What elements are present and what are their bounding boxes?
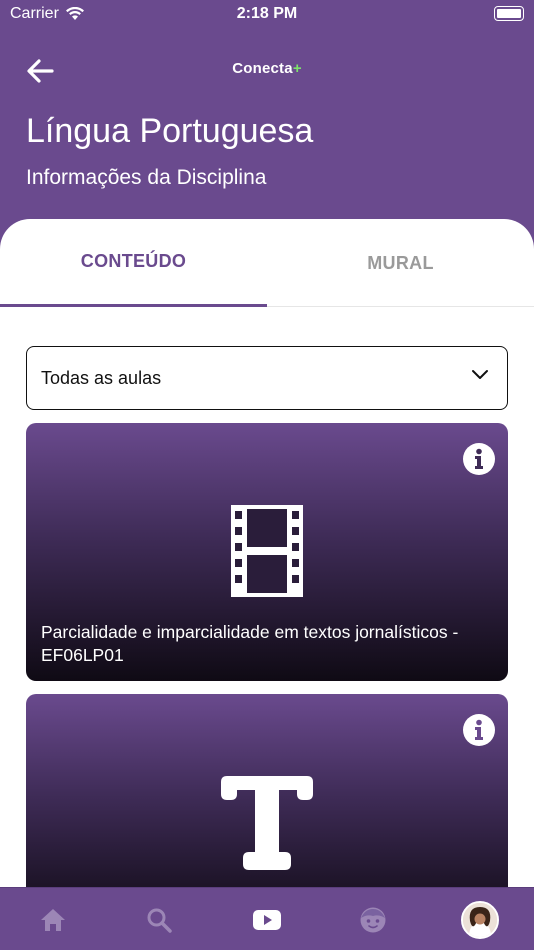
video-icon xyxy=(253,910,281,930)
nav-profile[interactable] xyxy=(460,900,500,940)
profile-avatar-icon xyxy=(463,903,497,937)
lesson-card[interactable] xyxy=(26,694,508,899)
page-title: Língua Portuguesa xyxy=(26,112,314,150)
tab-mural[interactable]: MURAL xyxy=(267,219,534,307)
search-icon xyxy=(147,908,172,933)
dropdown-selected-value: Todas as aulas xyxy=(41,367,162,388)
logo-text: Conecta xyxy=(232,60,293,77)
nav-search[interactable] xyxy=(139,900,179,940)
nav-kids[interactable] xyxy=(353,900,393,940)
page-header: Conecta+ Língua Portuguesa Informações d… xyxy=(0,30,534,230)
bottom-nav xyxy=(0,887,534,950)
logo-tagline xyxy=(0,78,534,81)
kid-face-icon xyxy=(360,907,386,933)
text-icon xyxy=(221,776,313,870)
lesson-title: Parcialidade e imparcialidade em textos … xyxy=(41,622,459,665)
content-panel: CONTEÚDO MURAL Todas as aulas Parcialida… xyxy=(0,219,534,899)
battery-icon xyxy=(494,6,524,21)
info-icon[interactable] xyxy=(462,713,496,747)
app-logo: Conecta+ xyxy=(0,60,534,81)
nav-home[interactable] xyxy=(33,900,73,940)
page-subtitle: Informações da Disciplina xyxy=(26,166,267,189)
avatar xyxy=(461,901,499,939)
clock: 2:18 PM xyxy=(236,5,298,22)
tab-conteudo[interactable]: CONTEÚDO xyxy=(0,219,267,307)
nav-videos[interactable] xyxy=(247,900,287,940)
status-bar: Carrier 2:18 PM xyxy=(0,0,534,30)
lesson-filter-dropdown[interactable]: Todas as aulas xyxy=(26,346,508,410)
logo-plus: + xyxy=(292,60,302,77)
home-icon xyxy=(41,909,65,931)
chevron-down-icon xyxy=(472,370,488,379)
info-icon[interactable] xyxy=(462,442,496,476)
film-icon xyxy=(231,505,303,597)
tab-bar: CONTEÚDO MURAL xyxy=(0,219,534,307)
lesson-card[interactable]: Parcialidade e imparcialidade em textos … xyxy=(26,423,508,681)
